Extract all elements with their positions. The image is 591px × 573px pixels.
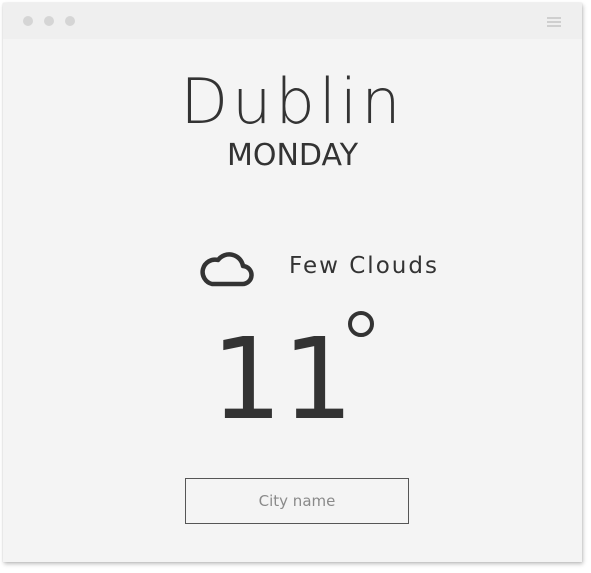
city-search-input[interactable] bbox=[185, 478, 409, 524]
temperature-value: 11 bbox=[211, 315, 354, 445]
title-bar bbox=[3, 3, 582, 39]
day-of-week: MONDAY bbox=[226, 138, 359, 173]
weather-condition: Few Clouds bbox=[289, 253, 439, 279]
degree-symbol bbox=[348, 311, 374, 337]
window-maximize-button[interactable] bbox=[65, 16, 75, 26]
cloud-icon bbox=[200, 252, 254, 287]
hamburger-menu-icon[interactable] bbox=[547, 17, 561, 27]
city-name: Dublin bbox=[180, 65, 405, 138]
window-minimize-button[interactable] bbox=[44, 16, 54, 26]
app-window: Dublin MONDAY Few Clouds 11 bbox=[3, 3, 582, 562]
window-close-button[interactable] bbox=[23, 16, 33, 26]
